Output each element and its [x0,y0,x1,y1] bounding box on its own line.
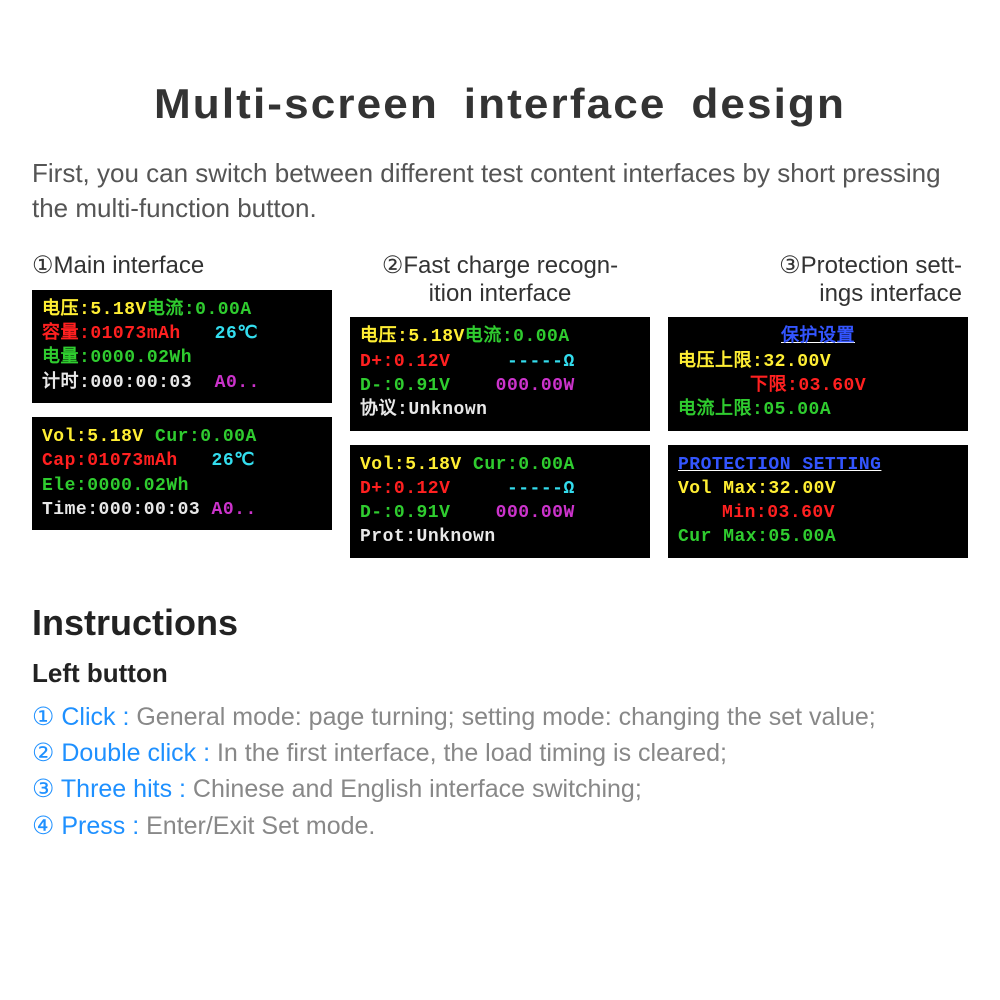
bullet-label: ② Double click : [32,739,217,767]
screen-protection-en: PROTECTION SETTING Vol Max:32.00V Min:03… [668,445,968,558]
label: 电压上限: [678,352,763,372]
column-main-interface: ①Main interface 电压:5.18V电流:0.00A 容量:0107… [32,252,332,572]
status: A0.. [215,373,260,393]
value: 0.00A [513,327,570,347]
label: 电流: [147,300,195,320]
value: 03.60V [767,503,835,523]
bullet-text: Chinese and English interface switching; [193,775,642,803]
value: Unknown [408,400,487,420]
value: Unknown [417,527,496,547]
value: 0.00A [200,427,257,447]
label: Vol: [42,427,87,447]
value: 05.00A [763,400,831,420]
column-protection: ③Protection sett- ings interface 保护设置 电压… [668,252,968,572]
label: Cap: [42,451,87,471]
value: 0.12V [394,352,451,372]
label: Time: [42,500,99,520]
bullet-text: Enter/Exit Set mode. [146,812,375,840]
screen-main-en: Vol:5.18V Cur:0.00A Cap:01073mAh 26℃ Ele… [32,417,332,530]
bullet-doubleclick: ② Double click : In the first interface,… [32,735,968,771]
label: 下限: [678,376,798,396]
label: 电量: [42,348,90,368]
value: 5.18V [90,300,147,320]
label: D+: [360,352,394,372]
value: -----Ω [507,352,575,372]
value: 0.91V [394,503,451,523]
status: A0.. [212,500,257,520]
instructions-heading: Instructions [32,602,968,644]
screens-grid: ①Main interface 电压:5.18V电流:0.00A 容量:0107… [32,252,968,572]
value: 000.00W [496,503,575,523]
bullet-label: ① Click : [32,703,136,731]
bullet-text: General mode: page turning; setting mode… [136,703,875,731]
screen-fastcharge-cn: 电压:5.18V电流:0.00A D+:0.12V -----Ω D-:0.91… [350,317,650,430]
label: Cur: [144,427,201,447]
label: Prot: [360,527,417,547]
bullet-text: In the first interface, the load timing … [217,739,727,767]
col2-label: ②Fast charge recogn- ition interface [350,252,650,307]
label: 电压: [42,300,90,320]
label: Vol Max: [678,479,768,499]
bullet-label: ④ Press : [32,812,146,840]
value: 000:00:03 [99,500,201,520]
label: 计时: [42,373,90,393]
header: 保护设置 [781,327,855,347]
screen-protection-cn: 保护设置 电压上限:32.00V 下限:03.60V 电流上限:05.00A [668,317,968,430]
instructions-subhead: Left button [32,658,968,689]
label: 容量: [42,324,90,344]
value: 0.00A [195,300,252,320]
value: 0000.02Wh [90,348,192,368]
value: 01073mAh [90,324,180,344]
value: 000.00W [496,376,575,396]
value: 32.00V [768,479,836,499]
value: 26℃ [212,451,255,471]
label: Vol: [360,455,405,475]
bullet-click: ① Click : General mode: page turning; se… [32,699,968,735]
label: Cur: [473,455,518,475]
label: D+: [360,479,394,499]
value: 03.60V [798,376,866,396]
value: 26℃ [215,324,258,344]
label: 电压: [360,327,408,347]
value: 01073mAh [87,451,177,471]
label: D-: [360,376,394,396]
column-fastcharge: ②Fast charge recogn- ition interface 电压:… [350,252,650,572]
label: Min: [678,503,767,523]
bullet-label: ③ Three hits : [32,775,193,803]
value: 0.00A [518,455,575,475]
value: 5.18V [408,327,465,347]
value: 5.18V [405,455,462,475]
label: Cur Max: [678,527,768,547]
instructions-list: ① Click : General mode: page turning; se… [32,699,968,844]
bullet-press: ④ Press : Enter/Exit Set mode. [32,808,968,844]
col1-label: ①Main interface [32,252,332,280]
value: 0000.02Wh [87,476,189,496]
page-title: Multi-screen interface design [9,80,992,128]
value: 05.00A [768,527,836,547]
value: 5.18V [87,427,144,447]
bullet-threehits: ③ Three hits : Chinese and English inter… [32,771,968,807]
label: 协议: [360,400,408,420]
label: D-: [360,503,394,523]
screen-main-cn: 电压:5.18V电流:0.00A 容量:01073mAh 26℃ 电量:0000… [32,290,332,403]
label: 电流上限: [678,400,763,420]
label: Ele: [42,476,87,496]
value: 000:00:03 [90,373,192,393]
label: 电流: [465,327,513,347]
value: -----Ω [507,479,575,499]
value: 0.91V [394,376,451,396]
intro-text: First, you can switch between different … [32,156,968,226]
screen-fastcharge-en: Vol:5.18V Cur:0.00A D+:0.12V -----Ω D-:0… [350,445,650,558]
value: 0.12V [394,479,451,499]
col3-label: ③Protection sett- ings interface [668,252,968,307]
header: PROTECTION SETTING [678,455,881,475]
value: 32.00V [763,352,831,372]
